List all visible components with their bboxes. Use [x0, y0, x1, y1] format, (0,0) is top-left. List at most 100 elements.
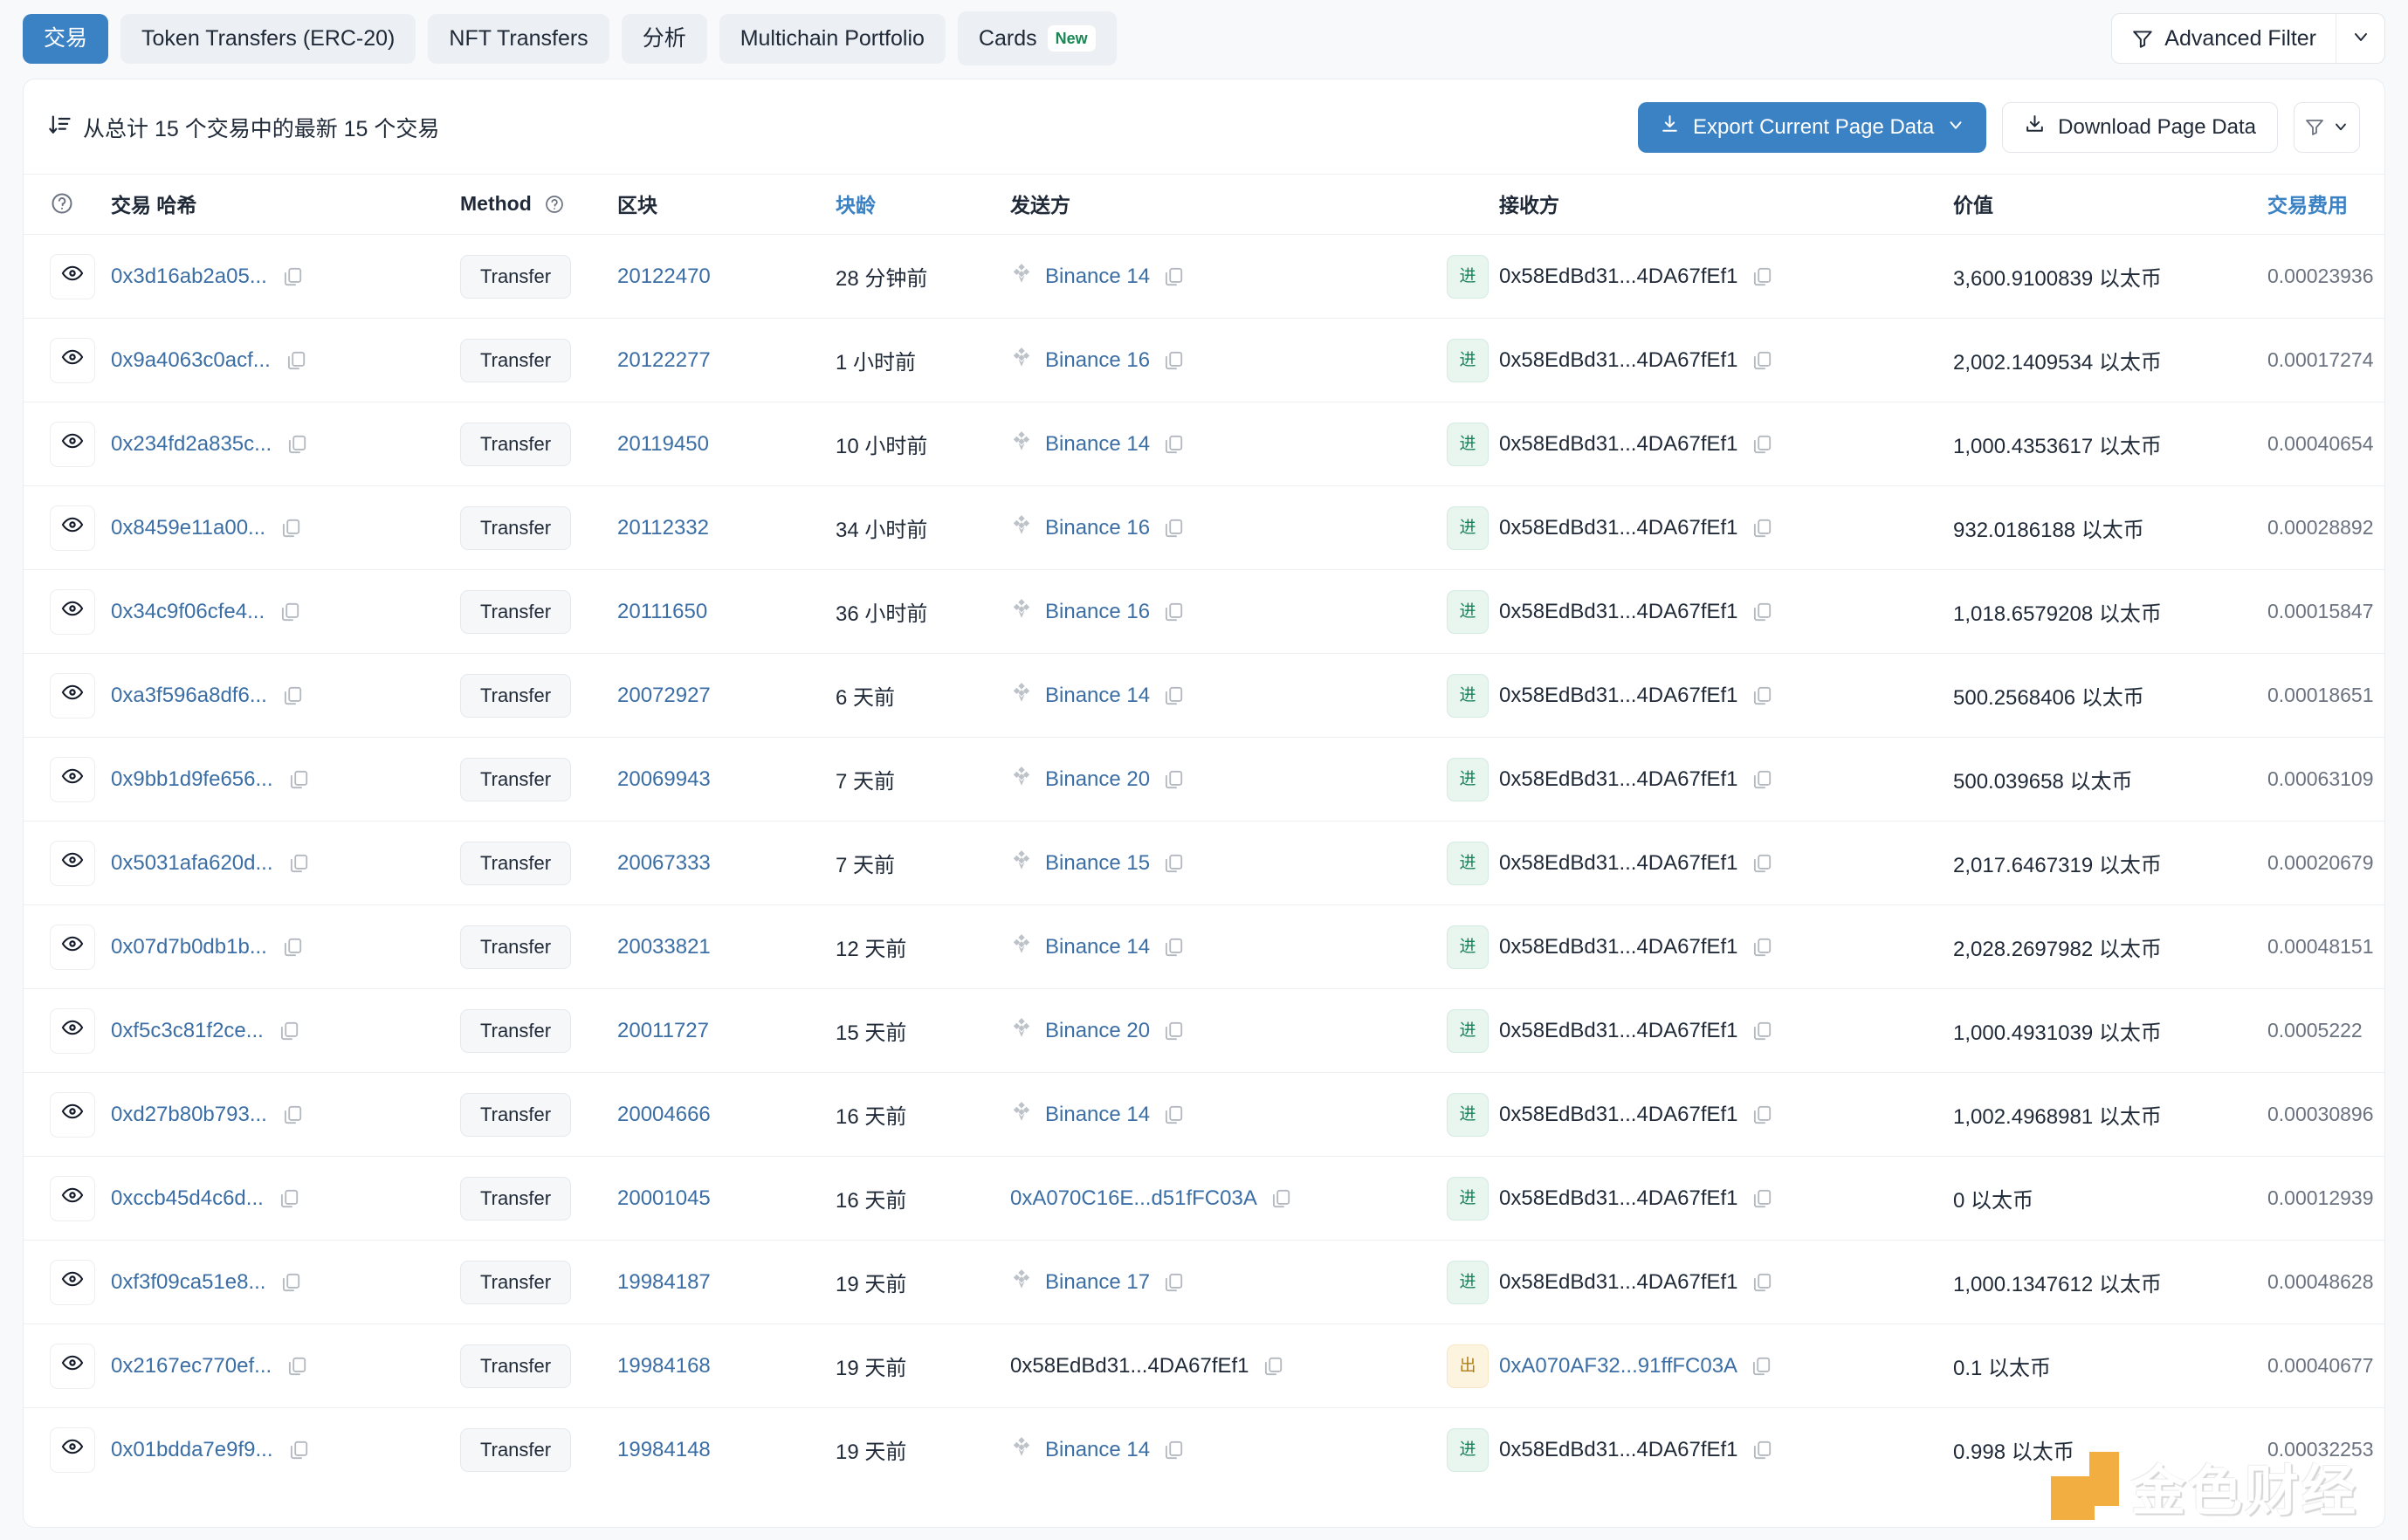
from-address-link[interactable]: Binance 16	[1045, 348, 1150, 373]
method-badge[interactable]: Transfer	[460, 1093, 571, 1137]
tab-4[interactable]: Multichain Portfolio	[719, 14, 946, 64]
copy-icon[interactable]	[1751, 1020, 1773, 1042]
from-address-link[interactable]: Binance 20	[1045, 1019, 1150, 1043]
copy-icon[interactable]	[281, 684, 304, 707]
preview-eye-button[interactable]	[50, 1092, 95, 1138]
copy-icon[interactable]	[1751, 1187, 1773, 1210]
column-header-hash[interactable]: 交易 哈希	[111, 175, 460, 235]
transaction-hash-link[interactable]: 0xf3f09ca51e8...	[111, 1270, 265, 1295]
from-address-link[interactable]: Binance 17	[1045, 1270, 1150, 1295]
method-badge[interactable]: Transfer	[460, 674, 571, 718]
copy-icon[interactable]	[279, 1271, 302, 1294]
tab-5[interactable]: CardsNew	[958, 11, 1117, 65]
transaction-hash-link[interactable]: 0x2167ec770ef...	[111, 1354, 272, 1378]
copy-icon[interactable]	[279, 517, 302, 540]
copy-icon[interactable]	[1162, 852, 1185, 875]
from-address-link[interactable]: Binance 20	[1045, 767, 1150, 792]
method-badge[interactable]: Transfer	[460, 1428, 571, 1472]
method-badge[interactable]: Transfer	[460, 339, 571, 382]
column-header-method[interactable]: Method	[460, 175, 617, 235]
preview-eye-button[interactable]	[50, 338, 95, 383]
copy-icon[interactable]	[1751, 1439, 1773, 1461]
column-filter-button[interactable]	[2294, 102, 2360, 153]
block-number-link[interactable]: 19984168	[617, 1354, 711, 1378]
column-header-block[interactable]: 区块	[617, 175, 836, 235]
block-number-link[interactable]: 20001045	[617, 1186, 711, 1210]
method-badge[interactable]: Transfer	[460, 1009, 571, 1053]
preview-eye-button[interactable]	[50, 589, 95, 635]
column-header-to[interactable]: 接收方	[1499, 175, 1953, 235]
transaction-hash-link[interactable]: 0xccb45d4c6d...	[111, 1186, 264, 1211]
transaction-hash-link[interactable]: 0x234fd2a835c...	[111, 432, 272, 457]
tab-3[interactable]: 分析	[622, 14, 707, 64]
copy-icon[interactable]	[1751, 1103, 1773, 1126]
copy-icon[interactable]	[287, 852, 310, 875]
preview-eye-button[interactable]	[50, 1344, 95, 1389]
preview-eye-button[interactable]	[50, 757, 95, 802]
copy-icon[interactable]	[278, 1020, 300, 1042]
preview-eye-button[interactable]	[50, 254, 95, 299]
copy-icon[interactable]	[1751, 433, 1773, 456]
method-badge[interactable]: Transfer	[460, 255, 571, 299]
copy-icon[interactable]	[286, 1355, 308, 1378]
method-badge[interactable]: Transfer	[460, 925, 571, 969]
column-header-age[interactable]: 块龄	[836, 175, 1010, 235]
preview-eye-button[interactable]	[50, 1176, 95, 1221]
preview-eye-button[interactable]	[50, 1260, 95, 1305]
transaction-hash-link[interactable]: 0xa3f596a8df6...	[111, 684, 267, 708]
to-address-link[interactable]: 0xA070AF32...91ffFC03A	[1499, 1354, 1737, 1378]
copy-icon[interactable]	[1162, 349, 1185, 372]
copy-icon[interactable]	[1162, 1271, 1185, 1294]
copy-icon[interactable]	[1751, 1271, 1773, 1294]
from-address-link[interactable]: Binance 16	[1045, 516, 1150, 540]
from-address-link[interactable]: 0xA070C16E...d51fFC03A	[1010, 1186, 1257, 1211]
preview-eye-button[interactable]	[50, 925, 95, 970]
copy-icon[interactable]	[1162, 601, 1185, 623]
block-number-link[interactable]: 19984187	[617, 1270, 711, 1294]
copy-icon[interactable]	[1751, 852, 1773, 875]
copy-icon[interactable]	[1162, 1103, 1185, 1126]
transaction-hash-link[interactable]: 0x8459e11a00...	[111, 516, 265, 540]
copy-icon[interactable]	[281, 265, 304, 288]
block-number-link[interactable]: 20072927	[617, 684, 711, 707]
copy-icon[interactable]	[1750, 1355, 1772, 1378]
from-address-link[interactable]: Binance 14	[1045, 265, 1150, 289]
preview-eye-button[interactable]	[50, 1008, 95, 1054]
preview-eye-button[interactable]	[50, 673, 95, 718]
transaction-hash-link[interactable]: 0x07d7b0db1b...	[111, 935, 267, 959]
transaction-hash-link[interactable]: 0x3d16ab2a05...	[111, 265, 267, 289]
copy-icon[interactable]	[1262, 1355, 1284, 1378]
transaction-hash-link[interactable]: 0xd27b80b793...	[111, 1103, 267, 1127]
transaction-hash-link[interactable]: 0x9bb1d9fe656...	[111, 767, 273, 792]
method-badge[interactable]: Transfer	[460, 1177, 571, 1220]
copy-icon[interactable]	[281, 936, 304, 959]
advanced-filter-caret-button[interactable]	[2336, 14, 2384, 63]
method-badge[interactable]: Transfer	[460, 1261, 571, 1304]
transaction-hash-link[interactable]: 0xf5c3c81f2ce...	[111, 1019, 264, 1043]
method-badge[interactable]: Transfer	[460, 1344, 571, 1388]
method-badge[interactable]: Transfer	[460, 758, 571, 801]
copy-icon[interactable]	[1751, 936, 1773, 959]
copy-icon[interactable]	[1751, 517, 1773, 540]
copy-icon[interactable]	[1751, 684, 1773, 707]
advanced-filter-button[interactable]: Advanced Filter	[2112, 14, 2336, 63]
export-current-page-data-button[interactable]: Export Current Page Data	[1638, 102, 1986, 153]
block-number-link[interactable]: 20122277	[617, 348, 711, 372]
copy-icon[interactable]	[1162, 1020, 1185, 1042]
block-number-link[interactable]: 20122470	[617, 265, 711, 288]
transaction-hash-link[interactable]: 0x34c9f06cfe4...	[111, 600, 265, 624]
download-page-data-button[interactable]: Download Page Data	[2002, 102, 2278, 153]
copy-icon[interactable]	[278, 1187, 300, 1210]
method-badge[interactable]: Transfer	[460, 842, 571, 885]
from-address-link[interactable]: Binance 15	[1045, 851, 1150, 876]
block-number-link[interactable]: 20004666	[617, 1103, 711, 1126]
copy-icon[interactable]	[1162, 768, 1185, 791]
method-badge[interactable]: Transfer	[460, 423, 571, 466]
transaction-hash-link[interactable]: 0x9a4063c0acf...	[111, 348, 271, 373]
from-address-link[interactable]: Binance 14	[1045, 684, 1150, 708]
method-badge[interactable]: Transfer	[460, 590, 571, 634]
preview-eye-button[interactable]	[50, 1427, 95, 1473]
tab-1[interactable]: Token Transfers (ERC-20)	[120, 14, 416, 64]
tab-2[interactable]: NFT Transfers	[428, 14, 609, 64]
copy-icon[interactable]	[1751, 349, 1773, 372]
